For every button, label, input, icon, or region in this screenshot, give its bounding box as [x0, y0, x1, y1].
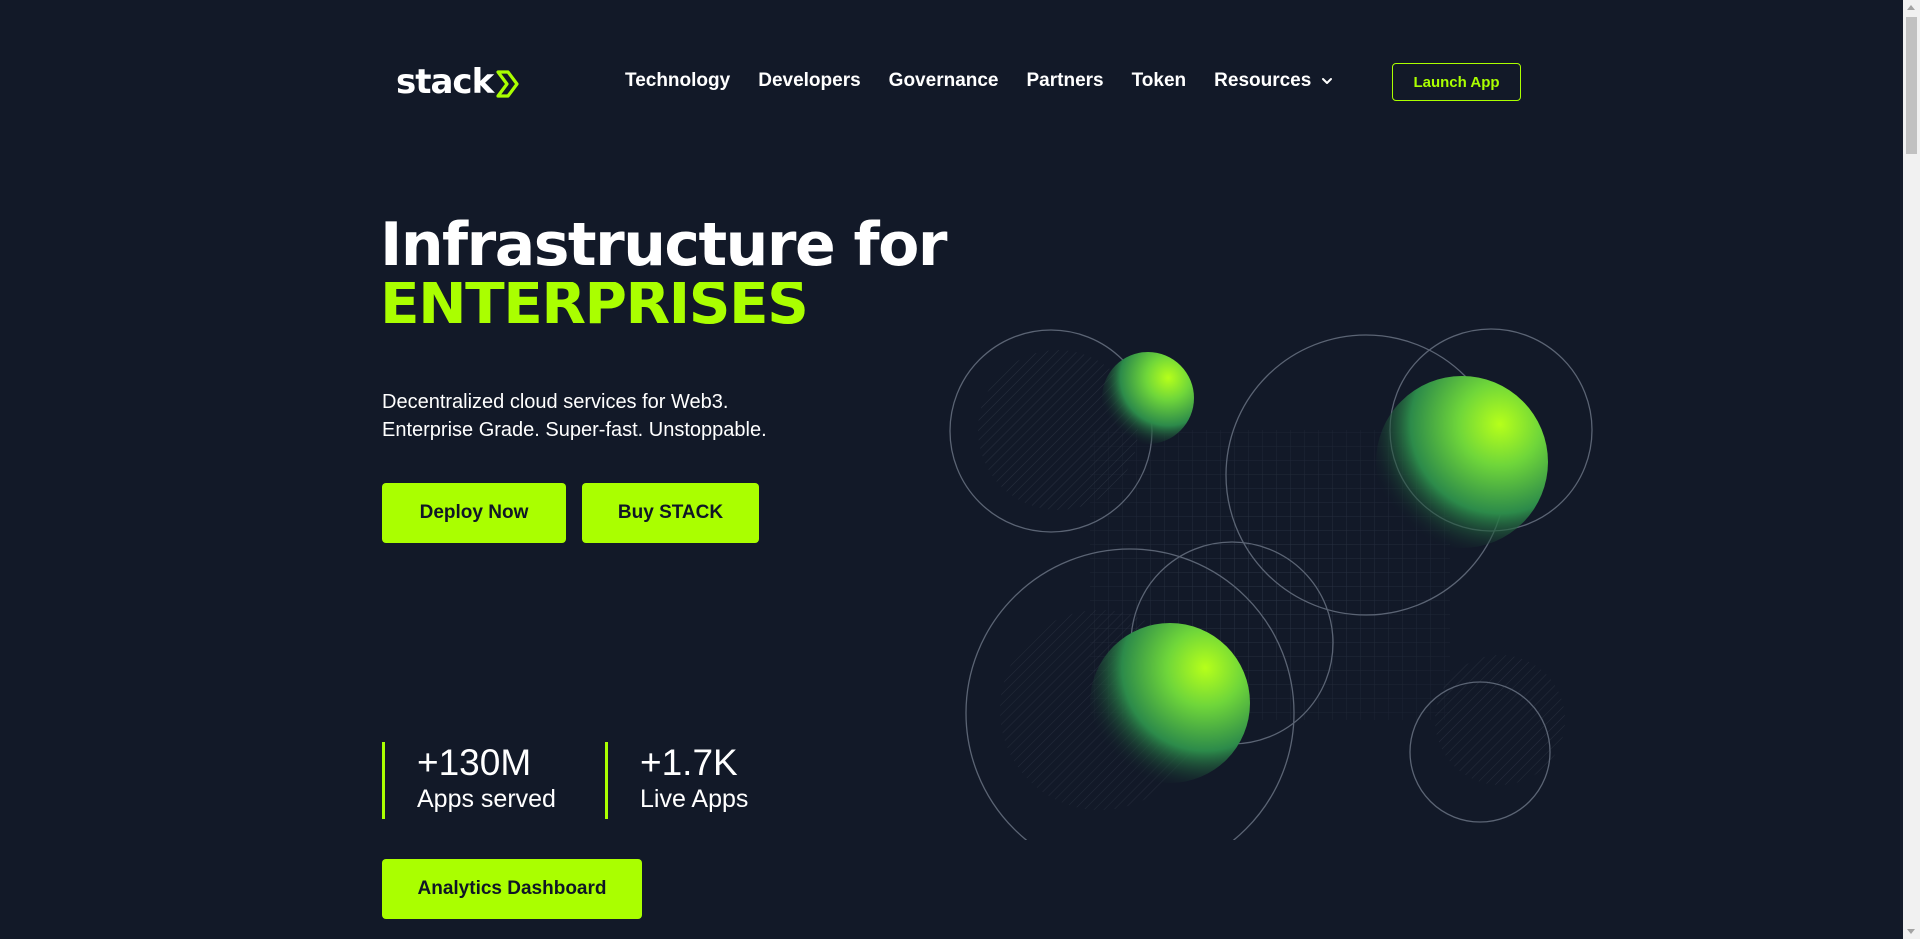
scroll-down-arrow-icon[interactable] [1907, 929, 1915, 934]
green-sphere-small [1102, 352, 1194, 444]
nav-item-governance[interactable]: Governance [889, 70, 999, 92]
nav-item-technology[interactable]: Technology [625, 70, 730, 92]
stat-apps-served: +130M Apps served [382, 742, 556, 819]
nav-item-partners[interactable]: Partners [1027, 70, 1104, 92]
hero-accent-word: ENTERPRISES [380, 282, 808, 332]
launch-app-button[interactable]: Launch App [1392, 63, 1521, 101]
scroll-up-arrow-icon[interactable] [1907, 5, 1915, 10]
hero-title: Infrastructure for [380, 210, 947, 280]
logo-mark-icon [496, 70, 519, 98]
green-sphere-medium [1090, 623, 1250, 783]
buy-stack-button[interactable]: Buy STACK [582, 483, 759, 543]
analytics-dashboard-button[interactable]: Analytics Dashboard [382, 859, 642, 919]
nav-item-label: Partners [1026, 70, 1104, 91]
chevron-down-icon [1322, 78, 1333, 84]
nav-item-token[interactable]: Token [1132, 70, 1187, 92]
nav-item-label: Governance [888, 70, 999, 91]
nav-item-label: Resources [1214, 70, 1312, 91]
hero-accent-wrap: ENTERPRISES [380, 282, 807, 332]
nav-item-developers[interactable]: Developers [758, 70, 860, 92]
stat-value: +130M [417, 742, 532, 783]
hero-illustration [949, 328, 1593, 840]
stat-label: Live Apps [640, 785, 749, 813]
stat-value: +1.7K [640, 742, 738, 783]
deploy-now-button[interactable]: Deploy Now [382, 483, 566, 543]
hero-subtitle: Decentralized cloud services for Web3. E… [382, 388, 767, 444]
page: stack Technology Developers Governance P… [0, 0, 1920, 939]
green-sphere-large [1376, 376, 1548, 548]
nav-item-label: Developers [758, 70, 861, 91]
nav-item-label: Technology [625, 70, 731, 91]
hero-subtitle-line-1: Decentralized cloud services for Web3. [382, 391, 729, 413]
nav-item-resources[interactable]: Resources [1214, 70, 1333, 92]
stack-logo[interactable]: stack [396, 62, 521, 102]
hatch-area [1435, 655, 1565, 785]
main-nav: Technology Developers Governance Partner… [625, 70, 1333, 92]
stat-live-apps: +1.7K Live Apps [605, 742, 748, 819]
nav-item-label: Token [1131, 70, 1187, 91]
scrollbar-thumb[interactable] [1906, 17, 1917, 154]
logo-text: stack [396, 62, 494, 102]
hero-subtitle-line-2: Enterprise Grade. Super-fast. Unstoppabl… [382, 419, 767, 441]
stat-label: Apps served [417, 785, 556, 813]
page-scrollbar[interactable] [1903, 0, 1920, 939]
